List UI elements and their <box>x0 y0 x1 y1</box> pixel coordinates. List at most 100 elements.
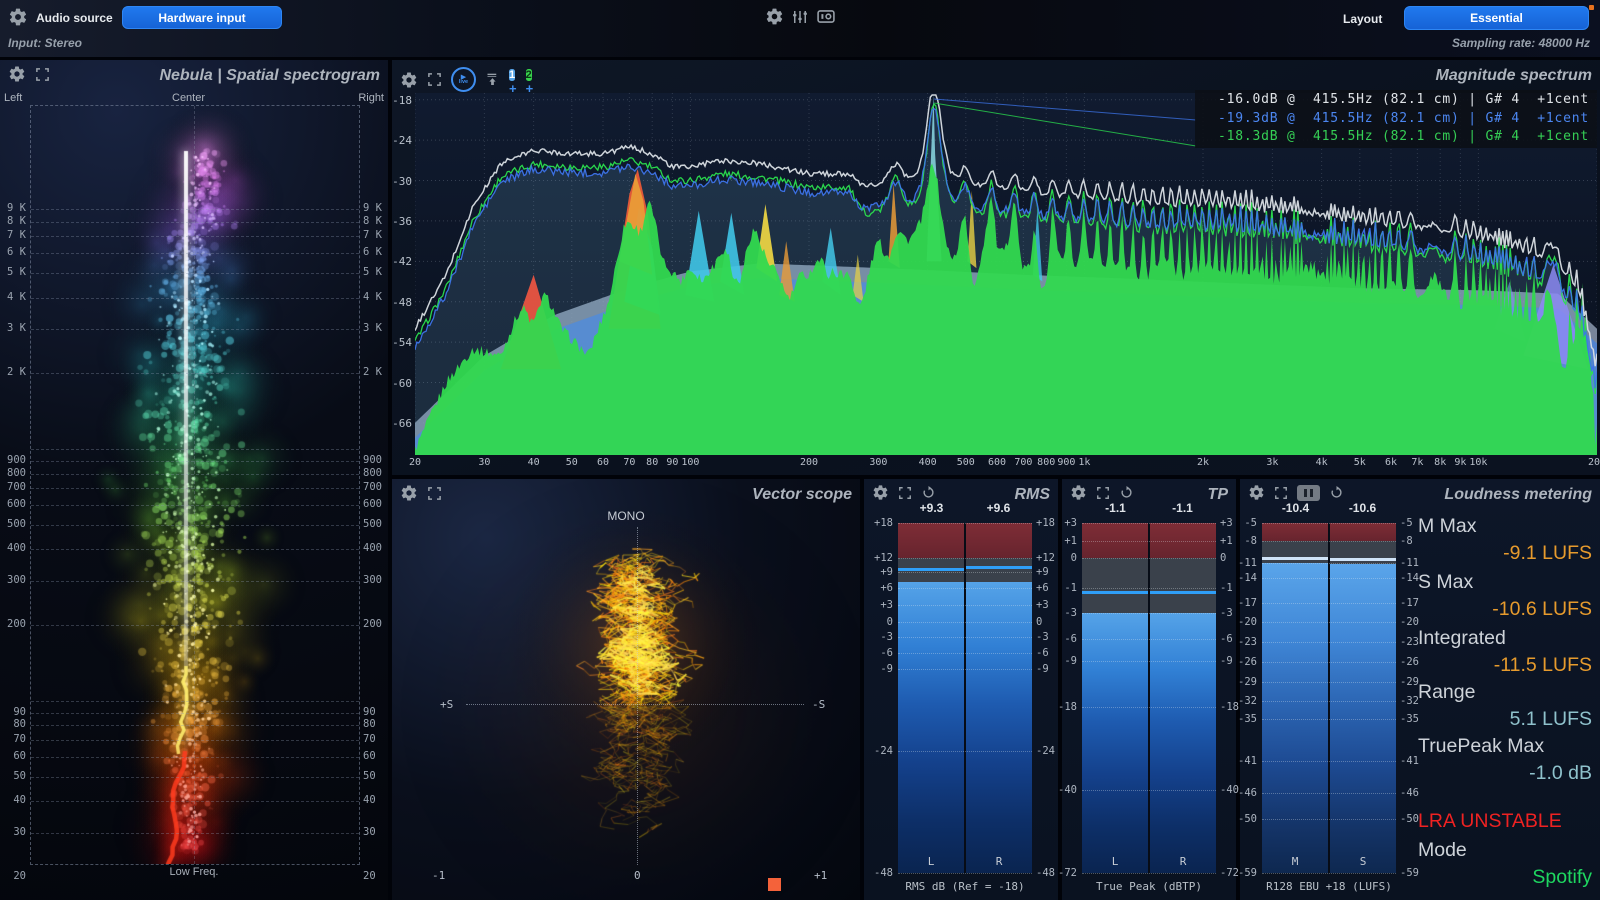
nebula-fullscreen-icon[interactable] <box>35 67 50 82</box>
vectorscope-fullscreen-icon[interactable] <box>427 486 442 501</box>
nebula-canvas <box>31 106 359 864</box>
nebula-gear-icon[interactable] <box>8 65 26 83</box>
meter-scale-tick: -48 <box>1036 867 1055 879</box>
overlay-badge-1[interactable]: 1 + <box>509 65 517 94</box>
overlay-badge-2[interactable]: 2 + <box>526 65 534 94</box>
meter-scale-tick: -11 <box>1238 557 1257 569</box>
add-overlay-1-icon[interactable]: + <box>509 84 517 94</box>
meter-scale-tick: -35 <box>1400 713 1419 725</box>
nebula-gridline <box>31 740 359 741</box>
meter-scale-tick: +18 <box>1036 517 1055 529</box>
audio-source-gear-icon[interactable] <box>8 7 28 27</box>
freeze-arrow-icon[interactable] <box>485 72 500 88</box>
meter-scale-tick: -24 <box>874 745 893 757</box>
tp-reset-icon[interactable] <box>1119 485 1134 500</box>
faders-icon[interactable] <box>791 8 809 26</box>
meter-scale-tick: -46 <box>1238 787 1257 799</box>
freq-tick: 600 <box>988 457 1006 468</box>
freq-tick: 2k <box>1197 457 1209 468</box>
tp-meter-R: R <box>1150 523 1216 873</box>
nebula-freq-label: 2 K <box>0 366 26 378</box>
meter-scale-tick: -26 <box>1400 656 1419 668</box>
meter-scale-tick: -18 <box>1220 701 1239 713</box>
nebula-display <box>30 105 360 865</box>
rms-values: +9.3+9.6 <box>898 501 1032 515</box>
meter-scale-tick: 0 <box>1036 616 1042 628</box>
nebula-gridline <box>31 474 359 475</box>
channel-label: L <box>898 855 964 868</box>
mode-value: Spotify <box>1418 866 1592 889</box>
vec-tick-zero: 0 <box>634 869 641 882</box>
stat-label-integrated: Integrated <box>1418 627 1592 650</box>
rms-scale-left: +18+12+9+6+30-3-6-9-24-48 <box>864 523 898 873</box>
meter-scale-tick: -3 <box>1064 607 1077 619</box>
nebula-freq-label: 500 <box>363 518 389 530</box>
meter-scale-tick: -3 <box>880 631 893 643</box>
meter-scale-tick: -20 <box>1238 616 1257 628</box>
loudness-pause-icon[interactable] <box>1297 485 1320 501</box>
spectrum-fullscreen-icon[interactable] <box>427 72 442 87</box>
meter-scale-tick: -41 <box>1400 755 1419 767</box>
meter-scale-tick: +12 <box>1036 552 1055 564</box>
vectorscope-vertical-axis <box>637 527 638 865</box>
nebula-gridline <box>31 833 359 834</box>
add-overlay-2-icon[interactable]: + <box>526 84 534 94</box>
vectorscope-gear-icon[interactable] <box>400 484 418 502</box>
meter-scale-tick: -26 <box>1238 656 1257 668</box>
loudness-values: -10.4-10.6 <box>1262 501 1396 515</box>
meter-scale-tick: -20 <box>1400 616 1419 628</box>
tp-fullscreen-icon[interactable] <box>1096 486 1110 500</box>
essential-button[interactable]: Essential <box>1404 6 1589 30</box>
nebula-freq-label: 40 <box>0 794 26 806</box>
nebula-freq-label: 40 <box>363 794 389 806</box>
meter-scale-tick: -59 <box>1400 867 1419 879</box>
stat-value-truepeak: -1.0 dB <box>1418 762 1592 785</box>
nebula-freq-label: 20 <box>363 870 389 882</box>
rms-fullscreen-icon[interactable] <box>898 486 912 500</box>
loudness-gear-icon[interactable] <box>1248 484 1265 501</box>
nebula-freq-label: 70 <box>0 733 26 745</box>
nebula-freq-label: 400 <box>363 542 389 554</box>
nebula-freq-label: 500 <box>0 518 26 530</box>
freq-tick: 4k <box>1316 457 1328 468</box>
nebula-gridline <box>31 505 359 506</box>
plus-s-label: +S <box>440 698 453 711</box>
nebula-gridline <box>31 253 359 254</box>
audio-source-label: Audio source <box>36 11 113 25</box>
io-icon[interactable] <box>815 7 837 26</box>
freq-tick: 90 <box>666 457 678 468</box>
meter-scale-tick: -72 <box>1058 867 1077 879</box>
nebula-left-label: Left <box>4 92 22 104</box>
nebula-freq-label: 60 <box>0 750 26 762</box>
spectrum-gear-icon[interactable] <box>400 71 418 89</box>
nebula-freq-label: 20 <box>0 870 26 882</box>
freq-tick: 900 <box>1057 457 1075 468</box>
hardware-input-button[interactable]: Hardware input <box>122 6 282 29</box>
tp-panel: TP -1.1-1.1 +3+10-1-3-6-9-18-40-72 LR +3… <box>1062 479 1236 900</box>
live-button[interactable]: ▶ live <box>451 67 476 92</box>
loudness-reset-icon[interactable] <box>1329 485 1344 500</box>
loudness-panel: Loudness metering -10.4-10.6 -5-8-11-14-… <box>1240 479 1600 900</box>
rms-reset-icon[interactable] <box>921 485 936 500</box>
freq-tick: 3k <box>1266 457 1278 468</box>
freq-tick: 70 <box>623 457 635 468</box>
nebula-freq-label: 800 <box>363 467 389 479</box>
readout-line-3: -18.3dB @ 415.5Hz (82.1 cm) | G# 4 +1cen… <box>1195 128 1589 147</box>
rms-caption: RMS dB (Ref = -18) <box>878 880 1052 893</box>
nebula-freq-label: 30 <box>363 826 389 838</box>
meter-scale-tick: -9 <box>1036 663 1049 675</box>
freq-tick: 500 <box>957 457 975 468</box>
nebula-freq-label: 900 <box>363 454 389 466</box>
channel-label: S <box>1330 855 1396 868</box>
meter-scale-tick: +3 <box>1064 517 1077 529</box>
nebula-gridline <box>31 236 359 237</box>
nebula-gridline <box>31 449 359 450</box>
channel-label: R <box>1150 855 1216 868</box>
meter-scale-tick: -14 <box>1400 572 1419 584</box>
nebula-gridline <box>31 525 359 526</box>
loudness-fullscreen-icon[interactable] <box>1274 486 1288 500</box>
settings-gear-icon[interactable] <box>765 7 784 26</box>
rms-gear-icon[interactable] <box>872 484 889 501</box>
tp-gear-icon[interactable] <box>1070 484 1087 501</box>
freq-tick: 1k <box>1078 457 1090 468</box>
